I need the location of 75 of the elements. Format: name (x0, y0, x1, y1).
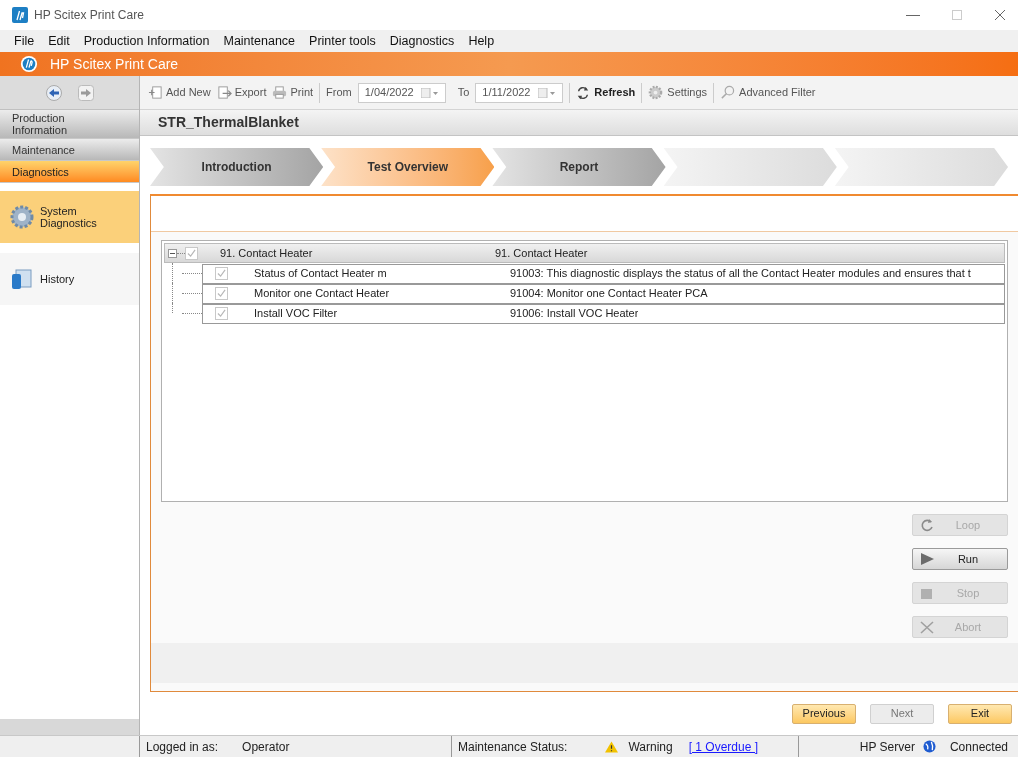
add-new-button[interactable]: Add New (148, 84, 211, 101)
overdue-link[interactable]: [ 1 Overdue ] (688, 737, 759, 756)
settings-button[interactable]: Settings (648, 84, 708, 101)
sidebar-item[interactable]: History (0, 253, 139, 305)
refresh-icon (576, 85, 591, 100)
from-date-field[interactable]: 1/04/2022 (357, 82, 446, 103)
menu-item[interactable]: Production Information (83, 31, 210, 51)
banner-title: HP Scitex Print Care (50, 54, 179, 74)
maintenance-status-value: Warning (628, 738, 673, 756)
export-button[interactable]: Export (216, 84, 267, 101)
wizard-step[interactable]: Test Overview (321, 148, 495, 186)
maintenance-status-label: Maintenance Status: (458, 738, 568, 756)
from-label: From (326, 85, 352, 101)
menu-item[interactable]: Printer tools (309, 31, 376, 51)
calendar-dropdown-icon[interactable] (420, 87, 439, 98)
tree-item-name: Monitor one Contact Heater (254, 286, 391, 302)
logged-in-label: Logged in as: (146, 738, 219, 756)
to-date-field[interactable]: 1/11/2022 (475, 82, 564, 103)
sidebar-section[interactable]: Diagnostics (0, 161, 139, 183)
menu-item[interactable]: Maintenance (223, 31, 296, 51)
tree-item-name: Status of Contact Heater m (254, 266, 388, 282)
tree-row[interactable]: Monitor one Contact Heater 91004: Monitor one Contact Heater PCA (202, 283, 1005, 304)
minimize-button[interactable] (906, 14, 920, 16)
close-icon[interactable] (994, 9, 1006, 21)
logo-icon (20, 55, 38, 73)
tree-item-description: 91006: Install VOC Heater (510, 306, 639, 322)
nav-button[interactable]: Previous (792, 703, 856, 724)
print-button[interactable]: Print (272, 84, 314, 101)
connection-status: Connected (949, 738, 1008, 756)
x-icon (919, 619, 935, 635)
window-title: HP Scitex Print Care (34, 7, 144, 24)
expander-icon[interactable] (168, 248, 177, 258)
tree-item-description: 91003: This diagnostic displays the status of all the Contact Heater modules and ensures that t (510, 266, 971, 282)
checkbox[interactable] (215, 267, 228, 280)
sidebar-section[interactable]: Maintenance (0, 139, 139, 161)
play-icon (919, 551, 935, 567)
tree-row[interactable]: Install VOC Filter 91006: Install VOC Heater (202, 303, 1005, 324)
add-document-icon (148, 85, 163, 100)
to-label: To (457, 85, 470, 101)
export-icon (216, 85, 232, 100)
maximize-button[interactable] (952, 10, 962, 20)
sidebar-section[interactable]: Production Information (0, 110, 139, 139)
menu-item[interactable]: File (14, 31, 35, 51)
globe-icon (922, 740, 936, 753)
search-icon (720, 85, 736, 100)
checkbox[interactable] (215, 307, 228, 320)
loop-icon (919, 517, 935, 533)
menu-item[interactable]: Diagnostics (389, 31, 455, 51)
checkbox[interactable] (215, 287, 228, 300)
tree-item-description: 91004: Monitor one Contact Heater PCA (510, 286, 708, 302)
menu-item[interactable]: Edit (48, 31, 70, 51)
user-name: Operator (242, 738, 290, 756)
sidebar-item[interactable]: System Diagnostics (0, 191, 139, 243)
tree-row[interactable]: Status of Contact Heater m 91003: This diagnostic displays the status of all the Contact Heater modules and ensures that t (202, 263, 1005, 284)
settings-icon (648, 85, 664, 100)
server-label: HP Server (859, 738, 915, 756)
refresh-button[interactable]: Refresh (576, 84, 636, 101)
action-button[interactable]: Run (912, 548, 1008, 570)
nav-button[interactable]: Exit (948, 703, 1012, 724)
advanced-filter-button[interactable]: Advanced Filter (720, 84, 816, 101)
app-icon (12, 7, 28, 23)
warning-icon (605, 740, 619, 753)
page-title: STR_ThermalBlanket (158, 113, 299, 132)
menu-item[interactable]: Help (468, 31, 495, 51)
tree-item-name: Install VOC Filter (254, 306, 339, 322)
printer-icon (272, 85, 288, 100)
calendar-dropdown-icon[interactable] (538, 87, 557, 98)
checkbox[interactable] (185, 246, 198, 260)
tree-item-name: 91. Contact Heater (220, 245, 314, 261)
wizard-step[interactable]: Report (492, 148, 666, 186)
wizard-step[interactable]: Introduction (150, 148, 324, 186)
gear-icon (10, 205, 34, 229)
tree-item-description: 91. Contact Heater (495, 245, 588, 261)
tree-group-header[interactable]: 91. Contact Heater 91. Contact Heater (164, 243, 1005, 263)
book-icon (10, 267, 34, 291)
